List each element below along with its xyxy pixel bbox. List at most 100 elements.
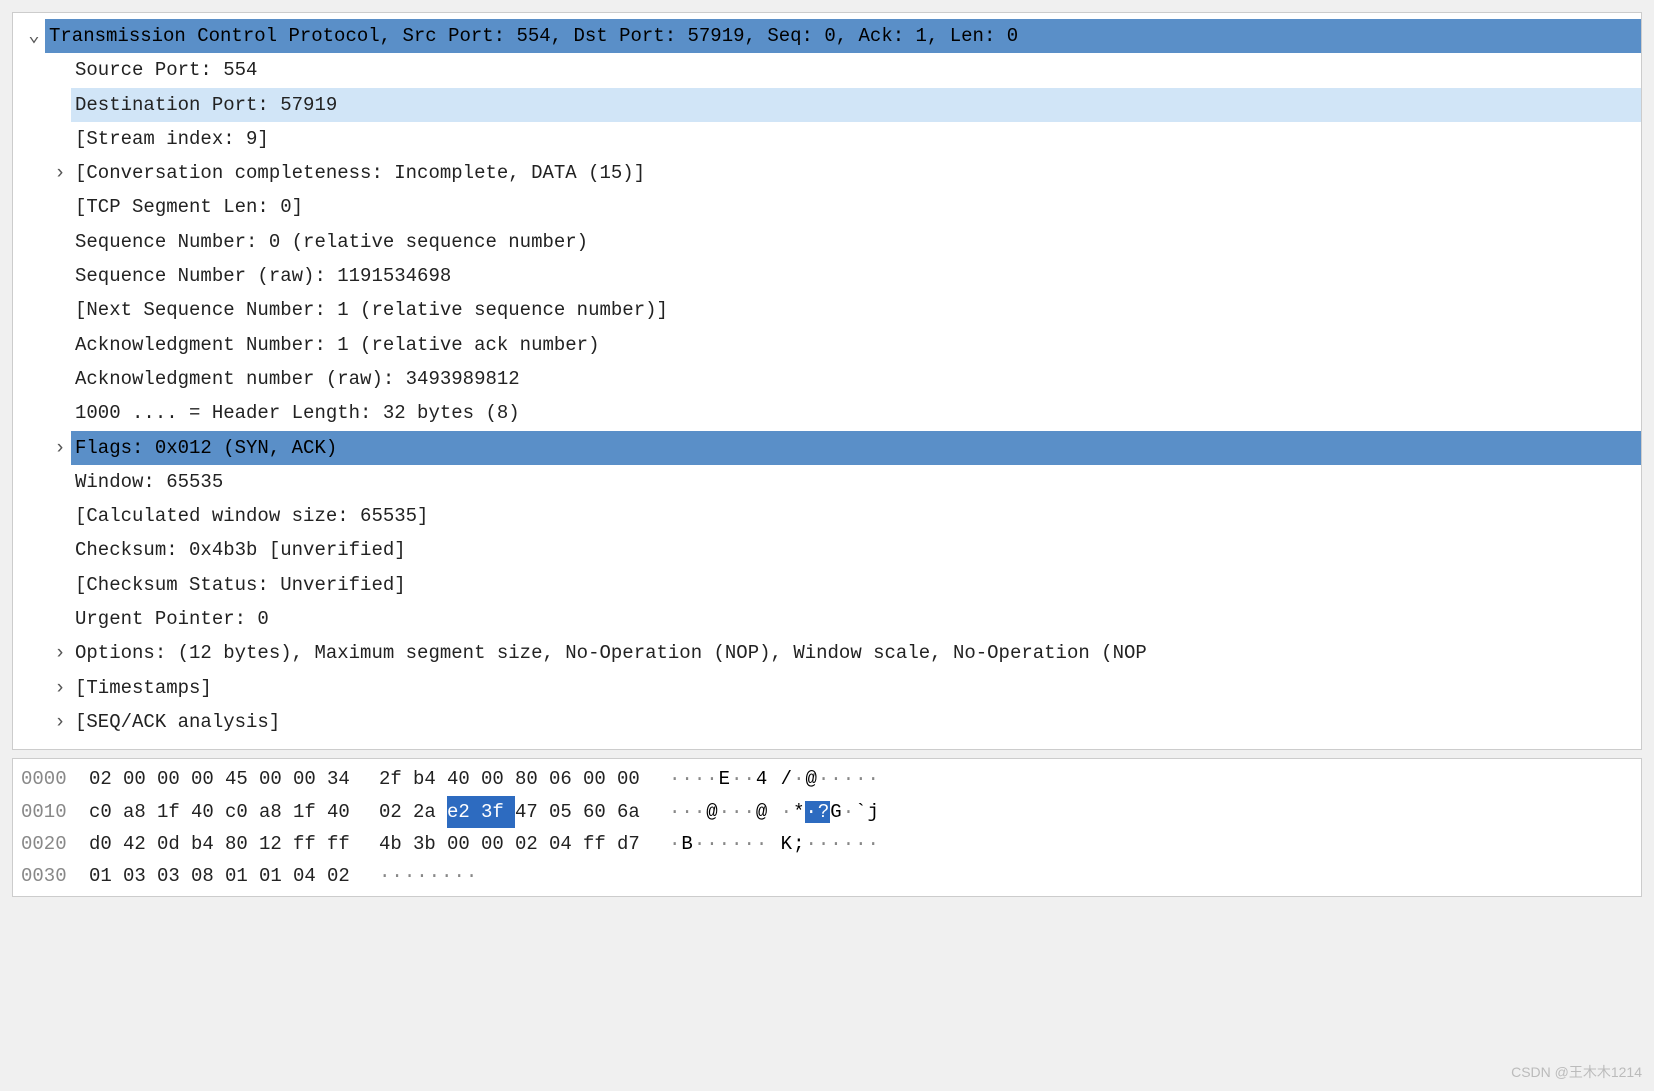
checksum-status-row[interactable]: [Checksum Status: Unverified]	[13, 568, 1641, 602]
checksum-row[interactable]: Checksum: 0x4b3b [unverified]	[13, 533, 1641, 567]
hex-byte[interactable]: 01	[259, 860, 293, 892]
calc-window-row[interactable]: [Calculated window size: 65535]	[13, 499, 1641, 533]
tcp-segment-len-row[interactable]: [TCP Segment Len: 0]	[13, 190, 1641, 224]
hex-byte[interactable]: 03	[123, 860, 157, 892]
field-value: Checksum: 0x4b3b [unverified]	[71, 533, 1641, 567]
hex-byte[interactable]: 02	[515, 828, 549, 860]
flags-row[interactable]: › Flags: 0x012 (SYN, ACK)	[13, 431, 1641, 465]
field-value: Source Port: 554	[71, 53, 1641, 87]
hex-byte[interactable]: 3b	[413, 828, 447, 860]
hex-dump-pane[interactable]: 000002000000450000342fb4400080060000····…	[12, 758, 1642, 897]
conversation-completeness-row[interactable]: › [Conversation completeness: Incomplete…	[13, 156, 1641, 190]
packet-details-pane[interactable]: ⌄ Transmission Control Protocol, Src Por…	[12, 12, 1642, 750]
hex-byte[interactable]: 03	[157, 860, 191, 892]
hex-byte[interactable]: c0	[89, 796, 123, 828]
hex-byte[interactable]: 40	[327, 796, 361, 828]
hex-byte[interactable]: 1f	[157, 796, 191, 828]
hex-byte[interactable]: 80	[515, 763, 549, 795]
hex-byte[interactable]: 00	[481, 828, 515, 860]
hex-byte[interactable]: 00	[259, 763, 293, 795]
hex-byte[interactable]: 06	[549, 763, 583, 795]
hex-ascii: ·B······ K;······	[669, 828, 880, 860]
hex-byte[interactable]: a8	[259, 796, 293, 828]
hex-ascii: ····E··4 /·@·····	[669, 763, 880, 795]
hex-byte[interactable]: 08	[191, 860, 225, 892]
source-port-row[interactable]: Source Port: 554	[13, 53, 1641, 87]
chevron-down-icon[interactable]: ⌄	[23, 20, 45, 52]
hex-byte[interactable]: 00	[293, 763, 327, 795]
tcp-header-row[interactable]: ⌄ Transmission Control Protocol, Src Por…	[13, 19, 1641, 53]
hex-byte[interactable]: 00	[157, 763, 191, 795]
hex-byte[interactable]: 02	[327, 860, 361, 892]
ack-number-raw-row[interactable]: Acknowledgment number (raw): 3493989812	[13, 362, 1641, 396]
hex-byte[interactable]: ff	[327, 828, 361, 860]
chevron-right-icon[interactable]: ›	[49, 637, 71, 669]
seq-ack-analysis-row[interactable]: › [SEQ/ACK analysis]	[13, 705, 1641, 739]
hex-byte[interactable]: 1f	[293, 796, 327, 828]
sequence-number-raw-row[interactable]: Sequence Number (raw): 1191534698	[13, 259, 1641, 293]
hex-byte[interactable]: 04	[293, 860, 327, 892]
hex-byte[interactable]: c0	[225, 796, 259, 828]
hex-byte[interactable]: b4	[413, 763, 447, 795]
hex-row[interactable]: 000002000000450000342fb4400080060000····…	[21, 763, 1633, 795]
hex-byte[interactable]: 40	[191, 796, 225, 828]
hex-byte[interactable]: 2a	[413, 796, 447, 828]
hex-byte[interactable]: 00	[447, 828, 481, 860]
hex-byte[interactable]: 0d	[157, 828, 191, 860]
sequence-number-row[interactable]: Sequence Number: 0 (relative sequence nu…	[13, 225, 1641, 259]
urgent-pointer-row[interactable]: Urgent Pointer: 0	[13, 602, 1641, 636]
hex-byte[interactable]: 00	[583, 763, 617, 795]
timestamps-row[interactable]: › [Timestamps]	[13, 671, 1641, 705]
hex-byte[interactable]: 01	[225, 860, 259, 892]
options-row[interactable]: › Options: (12 bytes), Maximum segment s…	[13, 636, 1641, 670]
hex-byte[interactable]: 02	[89, 763, 123, 795]
hex-byte[interactable]: 00	[191, 763, 225, 795]
stream-index-row[interactable]: [Stream index: 9]	[13, 122, 1641, 156]
hex-byte[interactable]: 80	[225, 828, 259, 860]
field-value: Acknowledgment number (raw): 3493989812	[71, 362, 1641, 396]
hex-byte[interactable]: 60	[583, 796, 617, 828]
hex-offset: 0030	[21, 860, 89, 892]
chevron-right-icon[interactable]: ›	[49, 706, 71, 738]
hex-byte[interactable]: b4	[191, 828, 225, 860]
hex-row[interactable]: 0020d0420db48012ffff4b3b00000204ffd7·B··…	[21, 828, 1633, 860]
hex-byte[interactable]: ff	[583, 828, 617, 860]
hex-byte[interactable]: d7	[617, 828, 651, 860]
hex-byte[interactable]: 00	[481, 763, 515, 795]
hex-byte[interactable]: 01	[89, 860, 123, 892]
tcp-header-text: Transmission Control Protocol, Src Port:…	[45, 19, 1641, 53]
hex-row[interactable]: 00300103030801010402········	[21, 860, 1633, 892]
field-value: Acknowledgment Number: 1 (relative ack n…	[71, 328, 1641, 362]
hex-byte[interactable]: 6a	[617, 796, 651, 828]
hex-byte[interactable]: 4b	[379, 828, 413, 860]
field-value: [Calculated window size: 65535]	[71, 499, 1641, 533]
hex-row[interactable]: 0010c0a81f40c0a81f40022ae23f4705606a···@…	[21, 796, 1633, 828]
hex-byte[interactable]: a8	[123, 796, 157, 828]
hex-byte[interactable]: 04	[549, 828, 583, 860]
field-value: Sequence Number: 0 (relative sequence nu…	[71, 225, 1641, 259]
hex-byte[interactable]: 34	[327, 763, 361, 795]
chevron-right-icon[interactable]: ›	[49, 157, 71, 189]
hex-byte[interactable]: 3f	[481, 796, 515, 828]
hex-byte[interactable]: e2	[447, 796, 481, 828]
hex-byte[interactable]: 47	[515, 796, 549, 828]
field-value: 1000 .... = Header Length: 32 bytes (8)	[71, 396, 1641, 430]
next-sequence-row[interactable]: [Next Sequence Number: 1 (relative seque…	[13, 293, 1641, 327]
hex-byte[interactable]: 02	[379, 796, 413, 828]
ack-number-row[interactable]: Acknowledgment Number: 1 (relative ack n…	[13, 328, 1641, 362]
chevron-right-icon[interactable]: ›	[49, 672, 71, 704]
chevron-right-icon[interactable]: ›	[49, 432, 71, 464]
hex-byte[interactable]: ff	[293, 828, 327, 860]
hex-byte[interactable]: d0	[89, 828, 123, 860]
dest-port-row[interactable]: Destination Port: 57919	[13, 88, 1641, 122]
hex-byte[interactable]: 45	[225, 763, 259, 795]
hex-byte[interactable]: 12	[259, 828, 293, 860]
hex-byte[interactable]: 42	[123, 828, 157, 860]
header-length-row[interactable]: 1000 .... = Header Length: 32 bytes (8)	[13, 396, 1641, 430]
hex-byte[interactable]: 00	[617, 763, 651, 795]
hex-byte[interactable]: 40	[447, 763, 481, 795]
hex-byte[interactable]: 00	[123, 763, 157, 795]
hex-byte[interactable]: 2f	[379, 763, 413, 795]
window-row[interactable]: Window: 65535	[13, 465, 1641, 499]
hex-byte[interactable]: 05	[549, 796, 583, 828]
